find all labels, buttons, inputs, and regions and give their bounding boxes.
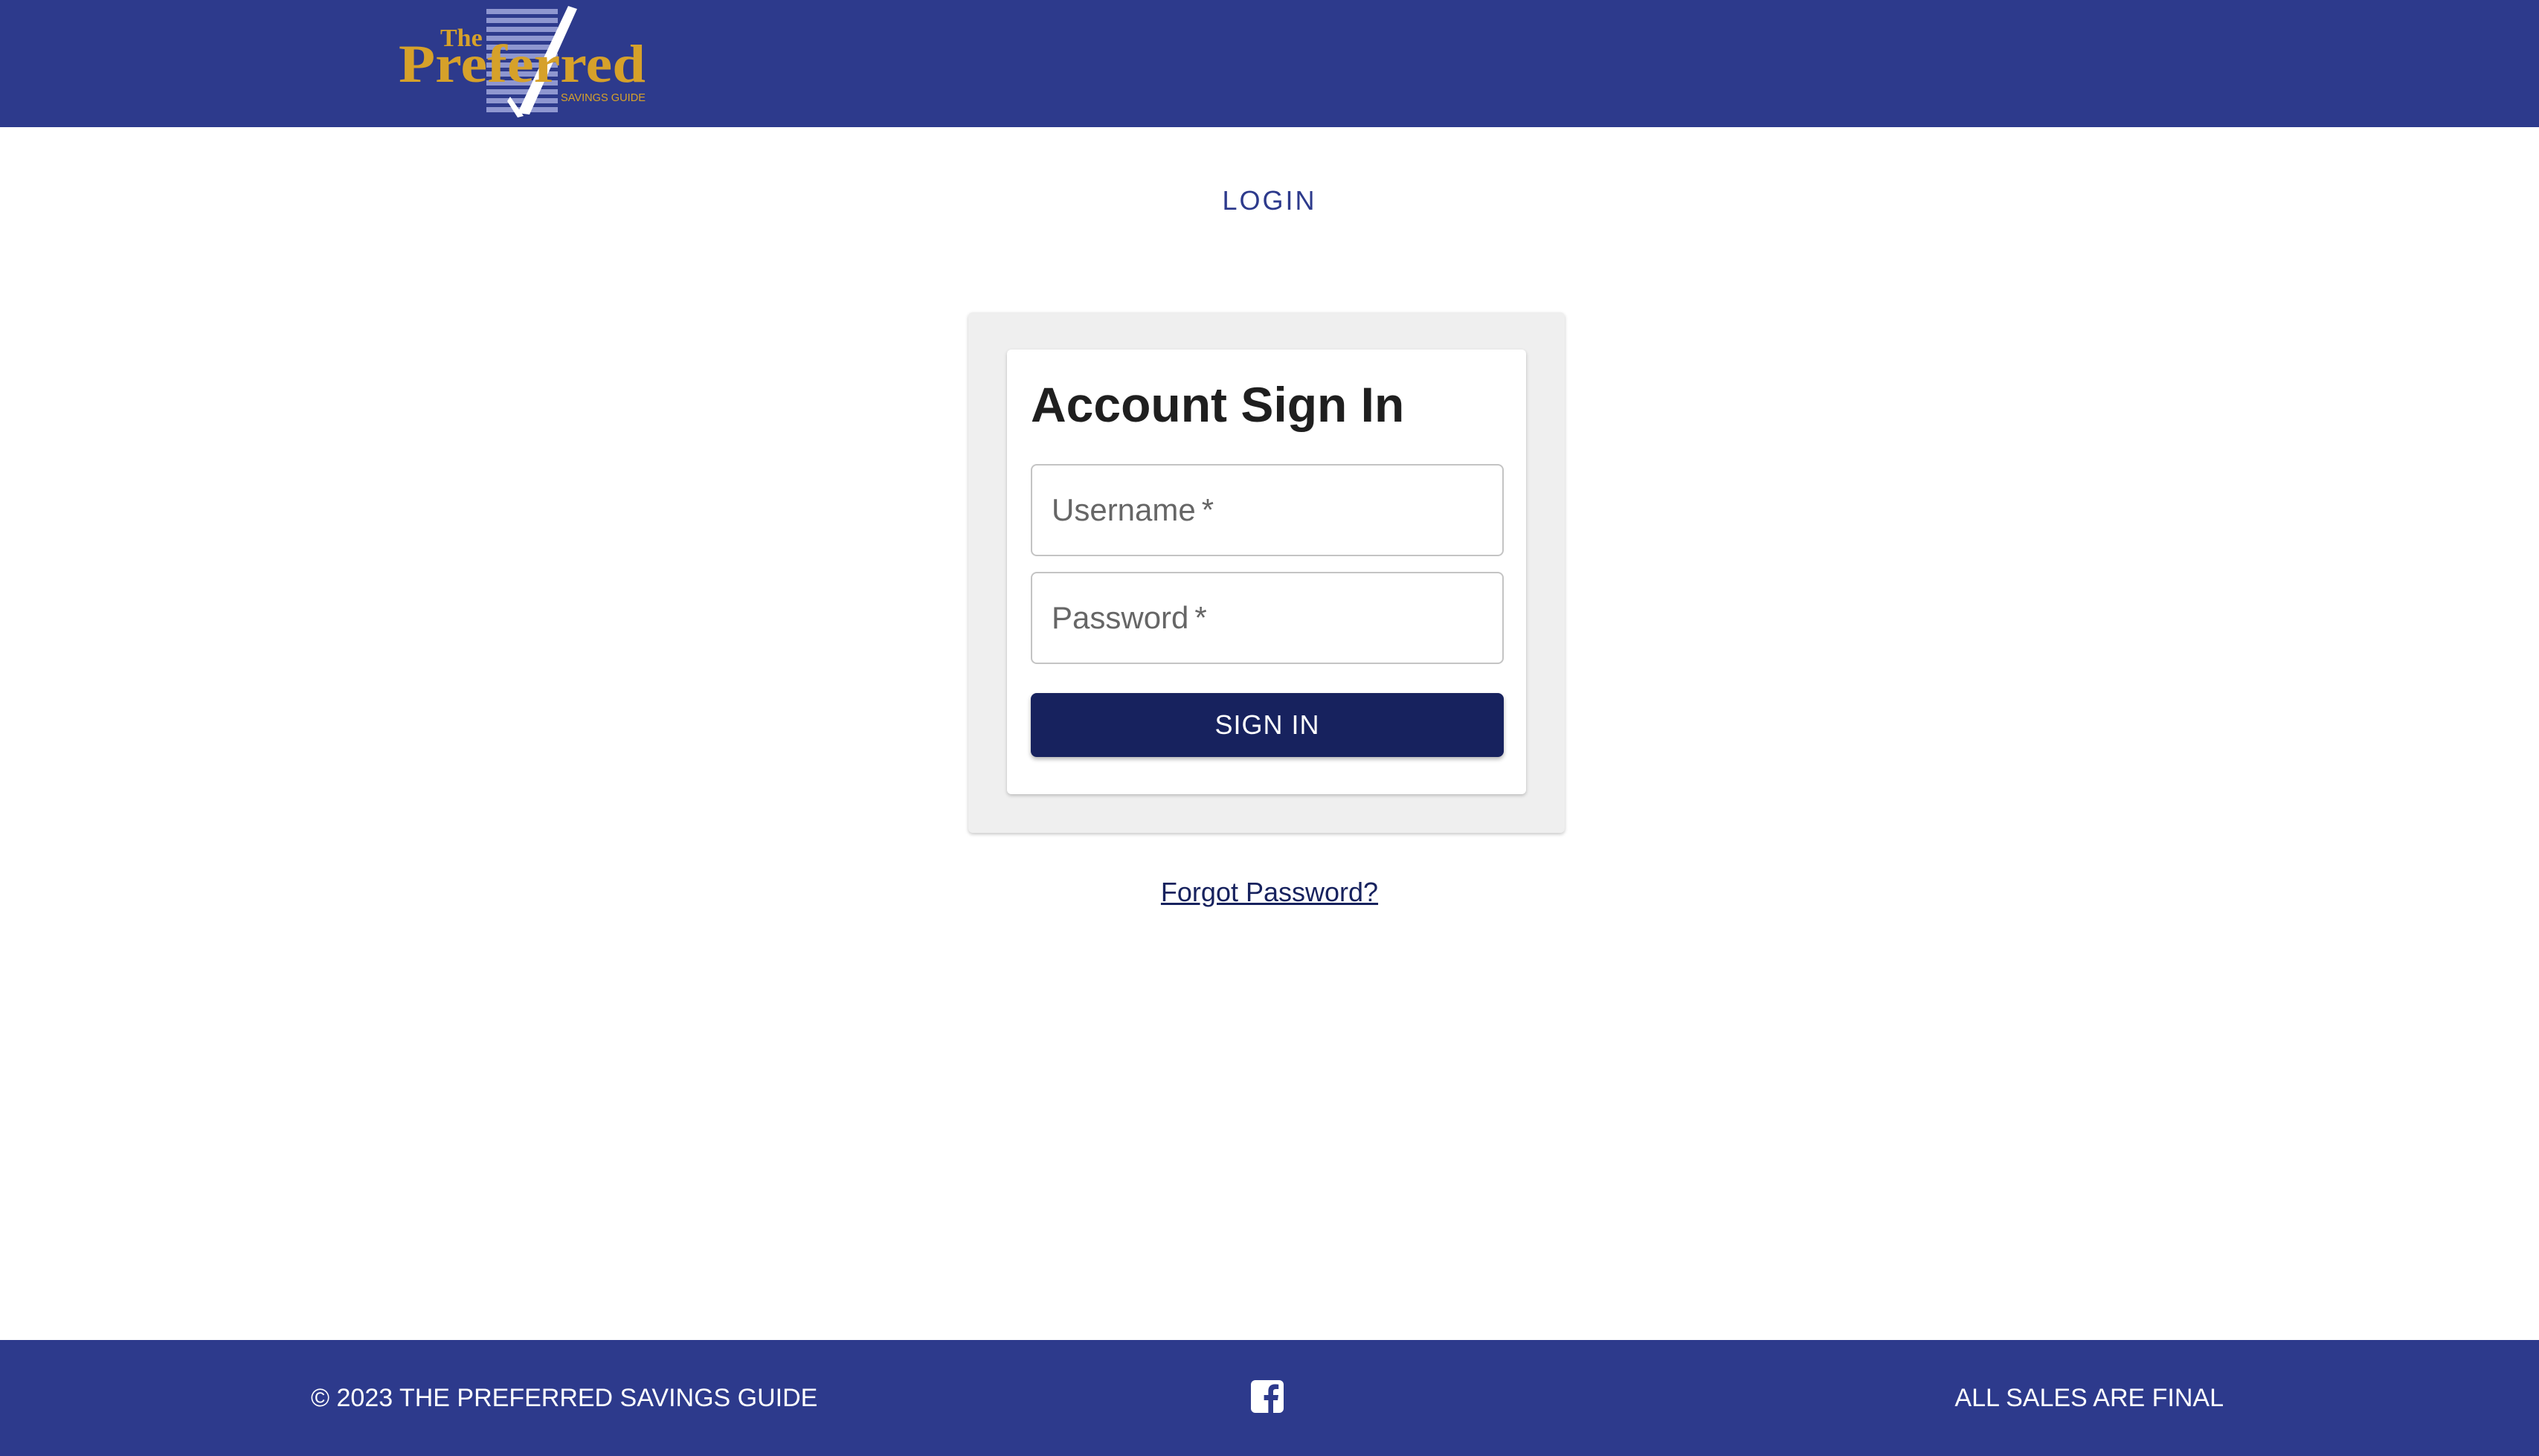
forgot-password-link[interactable]: Forgot Password? xyxy=(1161,877,1378,907)
page-title: LOGIN xyxy=(1222,185,1317,216)
username-required-marker: * xyxy=(1201,492,1214,527)
username-field[interactable]: Username * xyxy=(1031,464,1504,556)
password-field[interactable]: Password * xyxy=(1031,572,1504,664)
facebook-icon[interactable] xyxy=(1251,1380,1284,1413)
logo-text-sub: SAVINGS GUIDE xyxy=(561,91,646,104)
site-header: The Preferred SAVINGS GUIDE xyxy=(0,0,2539,127)
signin-card: Account Sign In Username * Password * SIGN… xyxy=(1007,349,1526,794)
signin-heading: Account Sign In xyxy=(1031,377,1405,432)
username-label: Username * xyxy=(1052,466,1214,555)
signin-panel: Account Sign In Username * Password * SIGN… xyxy=(968,312,1565,833)
password-required-marker: * xyxy=(1194,600,1207,635)
logo-text-main: Preferred xyxy=(399,34,646,94)
signin-button[interactable]: SIGN IN xyxy=(1031,693,1504,757)
password-label: Password * xyxy=(1052,573,1207,663)
username-label-text: Username xyxy=(1052,492,1196,527)
footer-copyright: © 2023 THE PREFERRED SAVINGS GUIDE xyxy=(311,1384,818,1412)
site-logo[interactable]: The Preferred SAVINGS GUIDE xyxy=(399,4,649,117)
password-label-text: Password xyxy=(1052,600,1189,635)
forgot-password-row: Forgot Password? xyxy=(0,874,2539,916)
site-footer: © 2023 THE PREFERRED SAVINGS GUIDE ALL S… xyxy=(0,1340,2539,1456)
footer-sales-note: ALL SALES ARE FINAL xyxy=(1954,1384,2224,1412)
